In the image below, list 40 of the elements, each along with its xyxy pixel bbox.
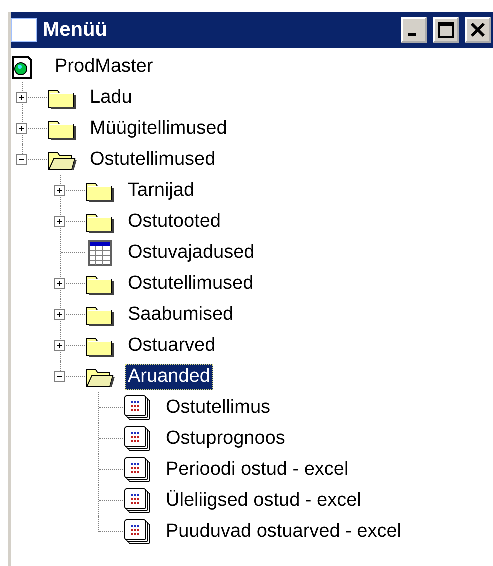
report-icon: [123, 394, 153, 420]
expand-toggle[interactable]: [54, 216, 65, 227]
report-icon: [123, 456, 153, 482]
tree-item[interactable]: ProdMaster: [52, 54, 156, 80]
tree-item[interactable]: Tarnijad: [125, 178, 198, 204]
window-title: Menüü: [43, 18, 108, 42]
collapse-toggle[interactable]: [16, 154, 27, 165]
tree-item[interactable]: Perioodi ostud - excel: [163, 456, 352, 482]
tree-item[interactable]: Ostutellimus: [163, 394, 274, 420]
report-icon: [123, 518, 153, 544]
tree-item[interactable]: Üleliigsed ostud - excel: [163, 488, 364, 514]
tree-item[interactable]: Müügitellimused: [87, 116, 230, 142]
tree-item[interactable]: Puuduvad ostuarved - excel: [163, 518, 405, 544]
window-icon: [11, 18, 37, 42]
tree-item[interactable]: Ostuprognoos: [163, 426, 288, 452]
collapse-toggle[interactable]: [54, 371, 65, 382]
expand-toggle[interactable]: [54, 185, 65, 196]
report-icon: [123, 426, 153, 452]
minimize-icon: [408, 33, 416, 36]
expand-toggle[interactable]: [54, 278, 65, 289]
tree-item[interactable]: Ostutooted: [125, 208, 224, 234]
tree-item[interactable]: Ostuvajadused: [125, 240, 258, 266]
tree-item[interactable]: Ostutellimused: [87, 146, 219, 172]
report-icon: [123, 488, 153, 514]
table-icon: [85, 238, 115, 266]
root-icon: [12, 54, 34, 78]
close-button[interactable]: [465, 17, 491, 43]
maximize-button[interactable]: [433, 17, 459, 43]
maximize-icon: [438, 22, 454, 38]
tree-item[interactable]: Ladu: [87, 84, 136, 110]
tree-item[interactable]: Ostutellimused: [125, 270, 257, 296]
expand-toggle[interactable]: [54, 340, 65, 351]
minimize-button[interactable]: [401, 17, 427, 43]
tree-item[interactable]: Saabumised: [125, 302, 237, 328]
tree-item[interactable]: Ostuarved: [125, 332, 219, 358]
expand-toggle[interactable]: [16, 92, 27, 103]
expand-toggle[interactable]: [54, 309, 65, 320]
tree-item[interactable]: Aruanded: [125, 364, 214, 390]
close-icon: [470, 22, 486, 38]
expand-toggle[interactable]: [16, 123, 27, 134]
